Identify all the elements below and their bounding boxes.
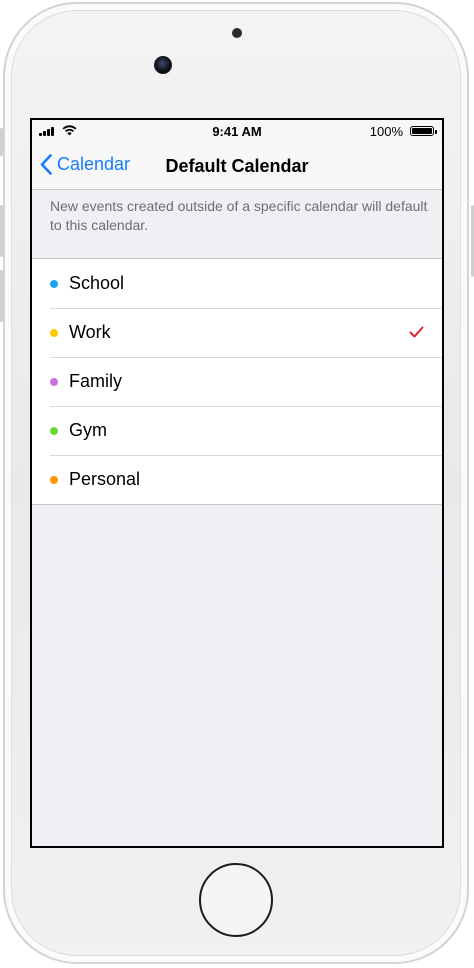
screen-content: 9:41 AM 100% Calendar Default Calendar N… — [32, 120, 442, 846]
calendar-list: School Work Family Gym Personal — [32, 258, 442, 505]
page-title-text: Default Calendar — [165, 156, 309, 176]
calendar-row-label: Work — [69, 322, 111, 342]
calendar-row-label: Gym — [69, 420, 107, 440]
section-footnote: New events created outside of a specific… — [50, 198, 428, 233]
calendar-row-gym[interactable]: Gym — [32, 406, 442, 455]
checkmark-icon — [409, 326, 424, 338]
battery-percent: 100% — [369, 124, 403, 139]
calendar-row-personal[interactable]: Personal — [32, 455, 442, 504]
mute-switch — [0, 128, 3, 156]
volume-down-button — [0, 270, 3, 322]
back-button-label: Calendar — [57, 154, 131, 174]
calendar-color-dot — [50, 280, 58, 288]
back-button[interactable]: Calendar — [40, 154, 130, 175]
calendar-row-label: School — [69, 273, 125, 293]
calendar-color-dot — [50, 427, 58, 435]
volume-up-button — [0, 205, 3, 257]
status-bar: 9:41 AM 100% — [32, 120, 442, 142]
calendar-row-label: Family — [69, 371, 122, 391]
front-camera — [154, 56, 172, 74]
home-button[interactable] — [199, 863, 273, 937]
navigation-bar: Calendar Default Calendar — [32, 142, 442, 190]
calendar-color-dot — [50, 329, 58, 337]
calendar-row-school[interactable]: School — [32, 259, 442, 308]
chevron-left-icon — [40, 154, 52, 175]
battery-icon — [410, 126, 437, 136]
earpiece-speaker — [232, 28, 242, 38]
phone-screen: 9:41 AM 100% Calendar Default Calendar N… — [30, 118, 444, 848]
calendar-row-family[interactable]: Family — [32, 357, 442, 406]
calendar-row-label: Personal — [69, 469, 141, 489]
calendar-color-dot — [50, 378, 58, 386]
calendar-color-dot — [50, 476, 58, 484]
calendar-row-work[interactable]: Work — [32, 308, 442, 357]
